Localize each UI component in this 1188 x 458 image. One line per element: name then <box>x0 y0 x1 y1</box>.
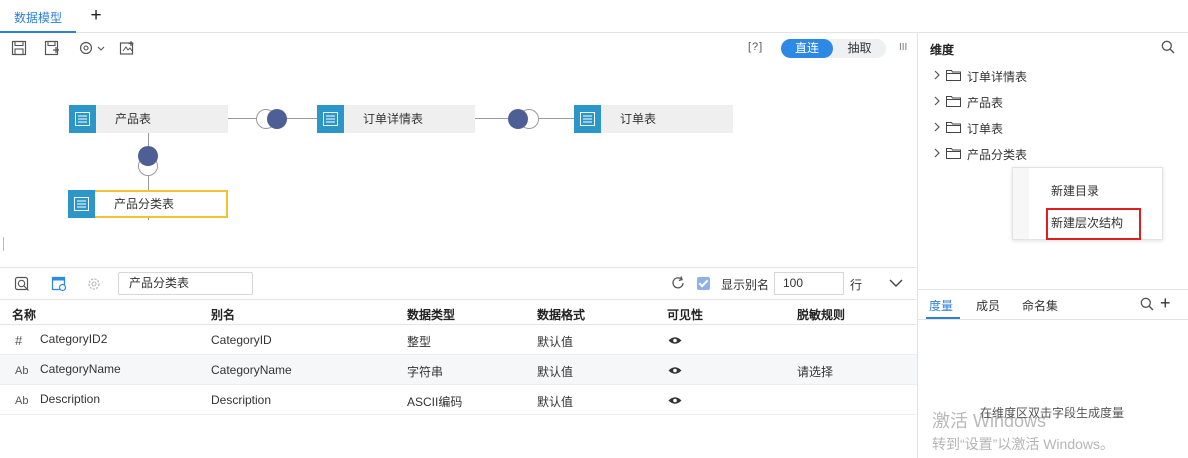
folder-icon <box>946 148 961 159</box>
column-header-masking[interactable]: 脱敏规则 <box>797 306 845 323</box>
field-format[interactable]: 默认值 <box>537 363 573 380</box>
preview-icon[interactable] <box>14 276 30 292</box>
model-canvas[interactable]: 产品表 订单详情表 订单表 产品分类表 <box>0 63 917 267</box>
table-icon <box>574 105 601 133</box>
rows-input[interactable]: 100 <box>774 272 844 295</box>
fields-toolbar: 产品分类表 显示别名 100 行 <box>0 267 917 299</box>
column-header-name[interactable]: 名称 <box>12 306 36 323</box>
tab-named-set[interactable]: 命名集 <box>1022 297 1058 314</box>
chevron-down-icon[interactable] <box>888 276 904 290</box>
menu-item-new-folder[interactable]: 新建目录 <box>1051 182 1099 199</box>
tab-measure[interactable]: 度量 <box>929 297 953 314</box>
model-editor: [?] 直连 抽取 III 产品表 订单详情表 订单表 产品分类表 产品分类表 … <box>0 33 917 458</box>
table-node-product[interactable]: 产品表 <box>69 105 228 133</box>
activation-watermark-subtitle: 转到“设置”以激活 Windows。 <box>932 436 1115 452</box>
table-node-category[interactable]: 产品分类表 <box>68 190 228 218</box>
mode-direct-button[interactable]: 直连 <box>781 39 833 58</box>
screenshot-icon[interactable] <box>119 40 135 56</box>
relation-end-required[interactable] <box>267 109 287 129</box>
table-header: 名称 别名 数据类型 数据格式 可见性 脱敏规则 <box>0 299 917 325</box>
column-header-format[interactable]: 数据格式 <box>537 306 585 323</box>
mode-extract-button[interactable]: 抽取 <box>833 39 886 58</box>
table-node-label: 订单表 <box>620 112 657 126</box>
field-format[interactable]: 默认值 <box>537 333 573 350</box>
eye-icon[interactable] <box>668 366 682 375</box>
chevron-right-icon[interactable] <box>932 120 942 134</box>
field-name: CategoryID2 <box>40 332 108 346</box>
text-type-icon: Ab <box>15 365 29 377</box>
table-icon <box>69 105 96 133</box>
field-masking[interactable]: 请选择 <box>797 363 833 380</box>
dimension-measure-panel: 维度 订单详情表 产品表 订单表 产品分类表 新建目录 新建层次结构 度量 成员… <box>918 33 1188 458</box>
mode-toggle[interactable]: 直连 抽取 <box>781 39 886 58</box>
relation-end-required[interactable] <box>138 146 158 166</box>
model-toolbar: [?] 直连 抽取 III <box>0 33 917 63</box>
folder-icon <box>946 96 961 107</box>
folder-icon <box>946 70 961 81</box>
field-format[interactable]: 默认值 <box>537 393 573 410</box>
tab-data-model[interactable]: 数据模型 <box>0 0 76 33</box>
table-node-label: 产品表 <box>115 112 152 126</box>
column-header-type[interactable]: 数据类型 <box>407 306 455 323</box>
table-icon <box>317 105 344 133</box>
field-name: Description <box>40 392 101 406</box>
active-tab-indicator <box>926 317 960 319</box>
column-header-visibility[interactable]: 可见性 <box>667 306 703 323</box>
relation-end-required[interactable] <box>508 109 528 129</box>
tab-member[interactable]: 成员 <box>976 297 1000 314</box>
gear-icon <box>86 276 102 292</box>
menu-icon-strip <box>1013 168 1029 239</box>
table-row[interactable]: Ab Description Description ASCII编码 默认值 <box>0 385 917 415</box>
rows-unit-label: 行 <box>850 278 863 292</box>
column-header-alias[interactable]: 别名 <box>211 306 235 323</box>
highlight-box <box>1046 208 1141 240</box>
eye-icon[interactable] <box>668 396 682 405</box>
help-icon[interactable]: [?] <box>748 41 763 53</box>
eye-icon[interactable] <box>668 336 682 345</box>
table-icon <box>68 190 95 218</box>
search-icon[interactable] <box>1161 40 1175 54</box>
save-icon[interactable] <box>11 40 27 56</box>
columns-icon[interactable]: III <box>899 42 907 53</box>
table-name-field[interactable]: 产品分类表 <box>118 272 253 295</box>
resize-handle[interactable] <box>3 237 4 251</box>
table-node-order[interactable]: 订单表 <box>574 105 733 133</box>
table-settings-icon[interactable] <box>51 276 67 292</box>
add-tab-button[interactable]: + <box>86 6 106 26</box>
table-node-label: 订单详情表 <box>363 112 424 126</box>
table-node-order-detail[interactable]: 订单详情表 <box>317 105 475 133</box>
settings-dropdown-icon[interactable] <box>78 40 106 56</box>
chevron-right-icon[interactable] <box>932 146 942 160</box>
field-alias[interactable]: CategoryID <box>211 333 272 347</box>
table-row[interactable]: # CategoryID2 CategoryID 整型 默认值 <box>0 325 917 355</box>
tab-bar: 数据模型 + <box>0 0 1188 33</box>
chevron-right-icon[interactable] <box>932 68 942 82</box>
tree-item-label: 订单表 <box>967 122 1004 136</box>
show-alias-checkbox[interactable] <box>697 277 710 290</box>
show-alias-label: 显示别名 <box>721 278 770 292</box>
measure-tabs: 度量 成员 命名集 + <box>918 289 1188 320</box>
chevron-right-icon[interactable] <box>932 94 942 108</box>
tree-item-label: 产品表 <box>967 96 1004 110</box>
table-node-label: 产品分类表 <box>114 197 175 211</box>
search-icon[interactable] <box>1140 297 1154 311</box>
field-type[interactable]: 整型 <box>407 333 431 350</box>
tree-item-label: 产品分类表 <box>967 148 1028 162</box>
add-icon[interactable]: + <box>1160 293 1171 313</box>
table-row[interactable]: Ab CategoryName CategoryName 字符串 默认值 请选择 <box>0 355 917 385</box>
field-alias[interactable]: Description <box>211 393 271 407</box>
tree-item-label: 订单详情表 <box>967 70 1028 84</box>
refresh-icon[interactable] <box>670 275 686 291</box>
field-alias[interactable]: CategoryName <box>211 363 292 377</box>
field-type[interactable]: 字符串 <box>407 363 443 380</box>
field-type[interactable]: ASCII编码 <box>407 393 462 410</box>
folder-icon <box>946 122 961 133</box>
text-type-icon: Ab <box>15 395 29 407</box>
dimension-title: 维度 <box>930 43 955 57</box>
field-name: CategoryName <box>40 362 121 376</box>
number-type-icon: # <box>15 333 23 348</box>
save-as-icon[interactable] <box>44 40 60 56</box>
measure-hint: 在维度区双击字段生成度量 <box>980 406 1125 420</box>
